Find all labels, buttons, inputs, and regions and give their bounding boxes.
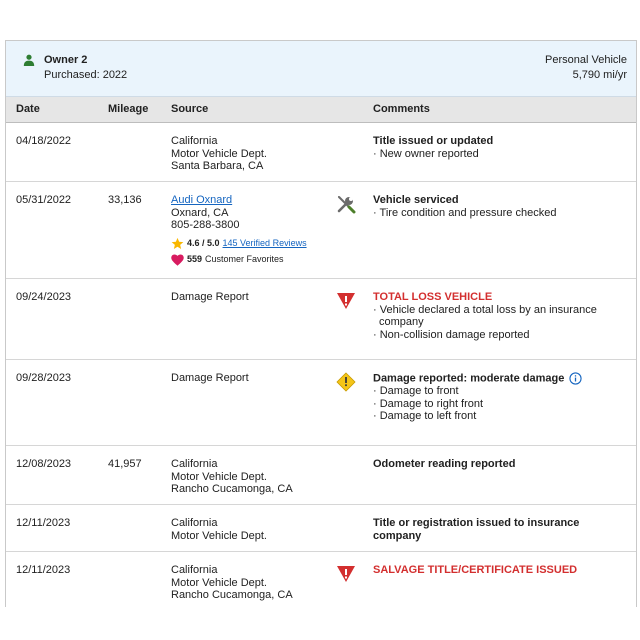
row-date: 12/08/2023	[16, 458, 72, 470]
favorites-count: 559	[187, 254, 203, 265]
comment-title: TOTAL LOSS VEHICLE	[373, 291, 493, 303]
row-source: Audi Oxnard Oxnard, CA 805-288-3800 4.6 …	[171, 194, 307, 267]
row-source: California Motor Vehicle Dept. Rancho Cu…	[171, 458, 293, 496]
source-line: Damage Report	[171, 372, 249, 384]
comment-bullet: · Non-collision damage reported	[373, 328, 530, 341]
row-comments: Title or registration issued to insuranc…	[373, 517, 628, 542]
row-source: California Motor Vehicle Dept. Santa Bar…	[171, 135, 267, 173]
row-date: 05/31/2022	[16, 194, 72, 206]
comment-bullet: · Vehicle declared a total loss by an in…	[373, 303, 597, 329]
source-line: Rancho Cucamonga, CA	[171, 589, 293, 601]
row-date: 09/28/2023	[16, 372, 72, 384]
row-source: California Motor Vehicle Dept. Rancho Cu…	[171, 564, 293, 602]
row-date: 12/11/2023	[16, 564, 71, 576]
table-row: 05/31/2022 33,136 Audi Oxnard Oxnard, CA…	[6, 182, 636, 279]
reviews-link[interactable]: 145 Verified Reviews	[223, 237, 307, 250]
row-source: California Motor Vehicle Dept.	[171, 517, 267, 542]
header-mileage: Mileage	[108, 103, 149, 115]
favorites-label: Customer Favorites	[205, 254, 284, 265]
table-row: 12/11/2023 California Motor Vehicle Dept…	[6, 552, 636, 607]
comment-bullet: · Damage to left front	[373, 410, 477, 422]
source-line: California	[171, 458, 218, 470]
comment-bullet: · New owner reported	[373, 147, 479, 160]
table-row: 09/28/2023 Damage Report Damage reported…	[6, 360, 636, 446]
owner-header: Owner 2 Purchased: 2022 Personal Vehicle…	[6, 41, 636, 97]
source-line: Santa Barbara, CA	[171, 160, 264, 172]
row-mileage: 33,136	[108, 194, 142, 206]
star-icon	[171, 237, 184, 250]
row-source: Damage Report	[171, 291, 249, 304]
ownership-history-panel: Owner 2 Purchased: 2022 Personal Vehicle…	[5, 40, 637, 607]
source-line: 805-288-3800	[171, 219, 240, 231]
comment-title: Damage reported: moderate damage	[373, 372, 628, 385]
row-source: Damage Report	[171, 372, 249, 385]
row-comments: TOTAL LOSS VEHICLE · Vehicle declared a …	[373, 291, 628, 341]
comment-title: Title or registration issued to insuranc…	[373, 517, 580, 542]
comment-title: Vehicle serviced	[373, 194, 459, 206]
yellow-warning-icon	[336, 372, 356, 392]
row-comments: Odometer reading reported	[373, 458, 628, 471]
row-comments: Damage reported: moderate damage · Damag…	[373, 372, 628, 423]
vehicle-use-type: Personal Vehicle	[545, 54, 627, 66]
customer-favorites: 559 Customer Favorites	[171, 253, 307, 267]
source-line: Oxnard, CA	[171, 206, 229, 219]
comment-bullet: · Tire condition and pressure checked	[373, 206, 557, 219]
table-row: 09/24/2023 Damage Report TOTAL LOSS VEHI…	[6, 279, 636, 360]
source-line: California	[171, 135, 218, 147]
wrench-screwdriver-icon	[337, 196, 356, 214]
source-line: Motor Vehicle Dept.	[171, 529, 267, 542]
miles-per-year: 5,790 mi/yr	[572, 69, 627, 81]
comment-bullet: · Damage to right front	[373, 397, 484, 410]
header-date: Date	[16, 103, 40, 115]
owner-name: Owner 2	[44, 54, 88, 66]
rating-value: 4.6 / 5.0	[187, 238, 220, 249]
comment-bullet: · Damage to front	[373, 385, 459, 397]
table-row: 12/08/2023 41,957 California Motor Vehic…	[6, 446, 636, 505]
table-row: 12/11/2023 California Motor Vehicle Dept…	[6, 505, 636, 552]
source-line: Rancho Cucamonga, CA	[171, 483, 293, 495]
owner-purchased: Purchased: 2022	[44, 69, 128, 81]
row-comments: Vehicle serviced · Tire condition and pr…	[373, 194, 628, 219]
header-source: Source	[171, 103, 209, 115]
red-warning-icon	[337, 566, 355, 582]
header-comments: Comments	[373, 103, 430, 115]
dealer-link[interactable]: Audi Oxnard	[171, 194, 232, 206]
heart-icon	[171, 253, 184, 266]
row-date: 12/11/2023	[16, 517, 71, 529]
row-date: 04/18/2022	[16, 135, 72, 147]
source-line: Motor Vehicle Dept.	[171, 576, 267, 589]
source-line: Motor Vehicle Dept.	[171, 470, 267, 483]
comment-title: Odometer reading reported	[373, 458, 516, 470]
dealer-rating: 4.6 / 5.0 145 Verified Reviews	[171, 237, 307, 251]
red-warning-icon	[337, 293, 355, 309]
source-line: California	[171, 517, 218, 529]
comment-title: SALVAGE TITLE/CERTIFICATE ISSUED	[373, 564, 578, 576]
comment-title: Title issued or updated	[373, 135, 494, 147]
source-line: California	[171, 564, 218, 576]
row-date: 09/24/2023	[16, 291, 72, 303]
table-row: 04/18/2022 California Motor Vehicle Dept…	[6, 123, 636, 182]
info-icon[interactable]	[569, 372, 582, 385]
source-line: Damage Report	[171, 291, 249, 303]
person-icon	[23, 54, 35, 66]
table-header: Date Mileage Source Comments	[6, 97, 636, 123]
source-line: Motor Vehicle Dept.	[171, 147, 267, 160]
row-comments: Title issued or updated · New owner repo…	[373, 135, 628, 160]
row-comments: SALVAGE TITLE/CERTIFICATE ISSUED	[373, 564, 628, 577]
row-mileage: 41,957	[108, 458, 142, 470]
